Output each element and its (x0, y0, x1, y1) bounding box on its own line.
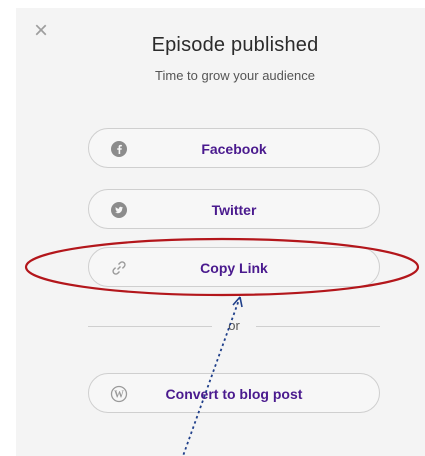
divider-or-label: or (222, 318, 246, 333)
convert-blog-post-button[interactable]: W Convert to blog post (88, 373, 380, 413)
twitter-share-button[interactable]: Twitter (88, 189, 380, 229)
convert-blog-post-label: Convert to blog post (165, 386, 303, 402)
copy-link-label: Copy Link (200, 260, 268, 276)
divider-line-left (88, 326, 212, 327)
dialog-subtitle: Time to grow your audience (155, 68, 315, 83)
facebook-share-button[interactable]: Facebook (88, 128, 380, 168)
copy-link-button[interactable]: Copy Link (88, 247, 380, 287)
or-divider: or (88, 318, 380, 333)
divider-line-right (256, 326, 380, 327)
twitter-label: Twitter (211, 202, 257, 218)
dialog-title: Episode published (151, 34, 319, 56)
facebook-label: Facebook (201, 141, 267, 157)
